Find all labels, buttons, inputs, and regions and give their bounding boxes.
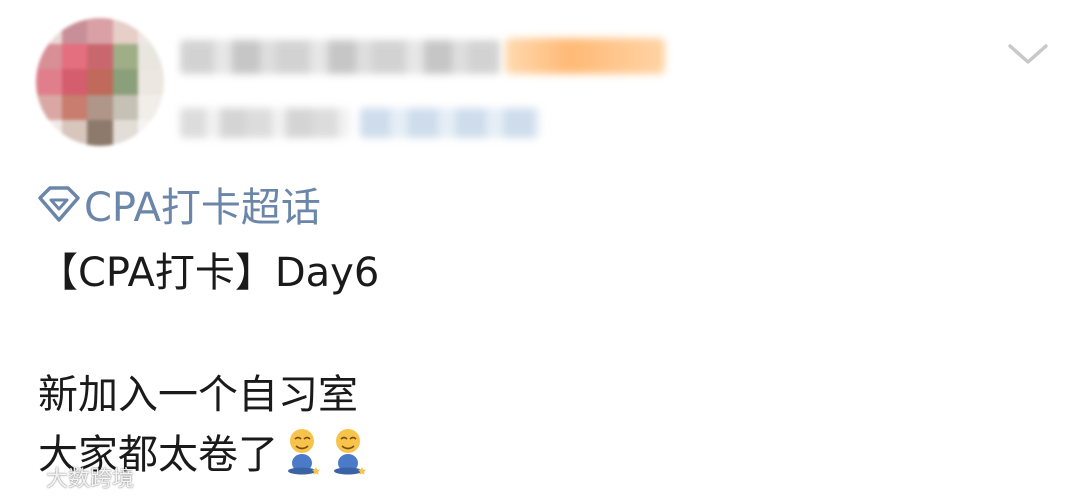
diamond-icon <box>38 186 80 222</box>
avatar[interactable] <box>36 18 164 146</box>
topic-label: CPA打卡超话 <box>84 185 321 231</box>
watermark: 大数跨境 <box>8 460 134 494</box>
topic-link[interactable]: CPA打卡超话 <box>36 176 321 232</box>
post-source-redacted <box>360 108 540 138</box>
watermark-logo-icon <box>9 467 41 487</box>
post-time-redacted <box>180 108 350 138</box>
post-title-line: 【CPA打卡】Day6 <box>38 250 380 296</box>
sitting-smiling-emoji-icon <box>334 429 366 475</box>
weibo-post: CPA打卡超话 【CPA打卡】Day6 新加入一个自习室 大家都太卷了 大数跨境 <box>0 0 1080 497</box>
post-body-line: 新加入一个自习室 <box>38 372 358 418</box>
username-redacted[interactable] <box>180 40 500 74</box>
sitting-smiling-emoji-icon <box>288 429 320 475</box>
user-badge-redacted <box>505 38 665 74</box>
watermark-text: 大数跨境 <box>46 467 135 492</box>
chevron-down-icon[interactable] <box>1004 38 1052 70</box>
